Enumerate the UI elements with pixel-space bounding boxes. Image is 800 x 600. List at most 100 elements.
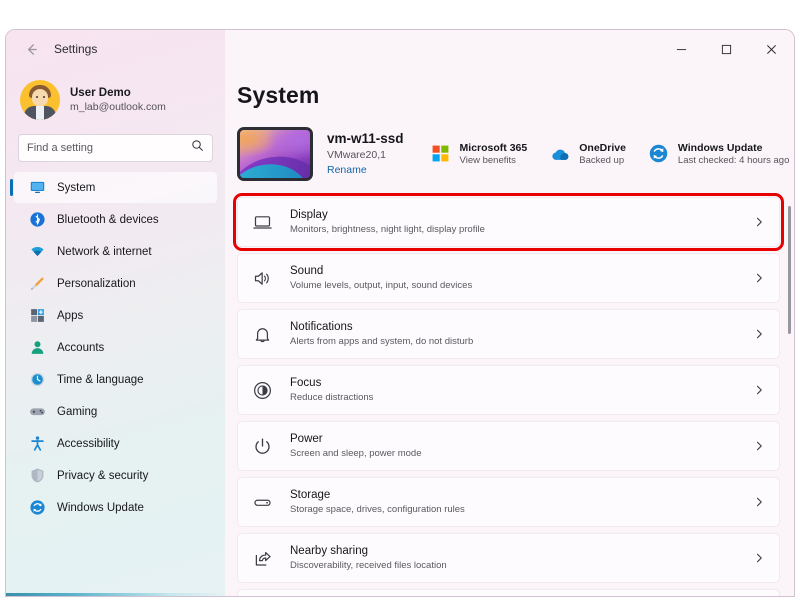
- title-bar: Settings: [6, 30, 794, 68]
- settings-row-title: Nearby sharing: [290, 544, 368, 557]
- device-header: vm-w11-ssd VMware20,1 Rename Microsoft 3…: [237, 123, 794, 185]
- status-card-subtitle: Last checked: 4 hours ago: [677, 154, 790, 166]
- chevron-right-icon: [753, 328, 765, 340]
- avatar: [20, 80, 60, 120]
- sidebar-item-label: Time & language: [57, 373, 144, 386]
- sidebar: User Demo m_lab@outlook.com System Blueto…: [6, 30, 225, 596]
- account-email: m_lab@outlook.com: [70, 100, 166, 113]
- settings-row-storage[interactable]: Storage Storage space, drives, configurat…: [237, 477, 780, 527]
- settings-row-title: Display: [290, 208, 328, 221]
- device-monitor-thumbnail-icon: [237, 127, 313, 181]
- sidebar-item-label: Apps: [57, 309, 84, 322]
- back-button[interactable]: [14, 34, 48, 64]
- settings-row-focus[interactable]: Focus Reduce distractions: [237, 365, 780, 415]
- update-sync-icon: [648, 143, 670, 165]
- bluetooth-icon: [28, 211, 46, 229]
- settings-row-multitasking[interactable]: Multitasking: [237, 589, 780, 596]
- sidebar-item-apps[interactable]: Apps: [14, 300, 217, 331]
- sidebar-item-system[interactable]: System: [10, 172, 217, 203]
- onedrive-cloud-icon: [549, 143, 571, 165]
- sidebar-item-label: Privacy & security: [57, 469, 149, 482]
- accessibility-icon: [28, 435, 46, 453]
- sidebar-item-bluetooth-devices[interactable]: Bluetooth & devices: [14, 204, 217, 235]
- chevron-right-icon: [753, 216, 765, 228]
- status-card-subtitle: Backed up: [579, 154, 625, 166]
- status-card-title: Windows Update: [677, 141, 763, 154]
- account-block[interactable]: User Demo m_lab@outlook.com: [6, 68, 225, 124]
- sidebar-item-windows-update[interactable]: Windows Update: [14, 492, 217, 523]
- settings-row-title: Focus: [290, 376, 322, 389]
- sidebar-item-network-internet[interactable]: Network & internet: [14, 236, 217, 267]
- settings-row-subtitle: Volume levels, output, input, sound devi…: [290, 279, 473, 291]
- sidebar-nav: System Bluetooth & devices Network & inter…: [6, 172, 225, 523]
- share-icon: [250, 546, 274, 570]
- settings-row-sound[interactable]: Sound Volume levels, output, input, sound…: [237, 253, 780, 303]
- settings-row-title: Power: [290, 432, 323, 445]
- status-card-windows-update[interactable]: Windows Update Last checked: 4 hours ago: [648, 141, 789, 168]
- sidebar-item-privacy-security[interactable]: Privacy & security: [14, 460, 217, 491]
- monitor-icon: [28, 179, 46, 197]
- laptop-display-icon: [250, 210, 274, 234]
- settings-row-power[interactable]: Power Screen and sleep, power mode: [237, 421, 780, 471]
- device-name: vm-w11-ssd: [327, 131, 404, 147]
- search-icon: [191, 139, 204, 157]
- chevron-right-icon: [753, 440, 765, 452]
- focus-icon: [250, 378, 274, 402]
- wifi-icon: [28, 243, 46, 261]
- status-card-microsoft-365[interactable]: Microsoft 365 View benefits: [430, 141, 528, 168]
- chevron-right-icon: [753, 384, 765, 396]
- maximize-button[interactable]: [704, 30, 749, 68]
- sidebar-item-personalization[interactable]: Personalization: [14, 268, 217, 299]
- bell-icon: [250, 322, 274, 346]
- update-icon: [28, 499, 46, 517]
- scrollbar-thumb[interactable]: [788, 206, 791, 334]
- window-controls: [659, 30, 794, 68]
- chevron-right-icon: [753, 552, 765, 564]
- sidebar-item-label: Accounts: [57, 341, 105, 354]
- settings-row-subtitle: Reduce distractions: [290, 391, 374, 403]
- clock-icon: [28, 371, 46, 389]
- search-input[interactable]: [27, 142, 191, 154]
- settings-list: Display Monitors, brightness, night light…: [233, 193, 784, 596]
- sidebar-item-gaming[interactable]: Gaming: [14, 396, 217, 427]
- settings-row-subtitle: Discoverability, received files location: [290, 559, 447, 571]
- status-card-title: OneDrive: [579, 141, 626, 154]
- sidebar-item-accessibility[interactable]: Accessibility: [14, 428, 217, 459]
- sidebar-item-label: Gaming: [57, 405, 98, 418]
- sidebar-item-accounts[interactable]: Accounts: [14, 332, 217, 363]
- status-card-subtitle: View benefits: [459, 154, 516, 166]
- sidebar-item-time-language[interactable]: Time & language: [14, 364, 217, 395]
- rename-link[interactable]: Rename: [327, 164, 404, 178]
- sidebar-item-label: Network & internet: [57, 245, 152, 258]
- sidebar-item-label: Accessibility: [57, 437, 120, 450]
- settings-row-subtitle: Storage space, drives, configuration rul…: [290, 503, 465, 515]
- gamepad-icon: [28, 403, 46, 421]
- status-card-title: Microsoft 365: [459, 141, 528, 154]
- settings-row-title: Notifications: [290, 320, 353, 333]
- minimize-button[interactable]: [659, 30, 704, 68]
- settings-row-notifications[interactable]: Notifications Alerts from apps and system…: [237, 309, 780, 359]
- account-name: User Demo: [70, 87, 131, 100]
- close-button[interactable]: [749, 30, 794, 68]
- status-cards: Microsoft 365 View benefits OneDrive Backed…: [430, 141, 789, 168]
- settings-row-subtitle: Alerts from apps and system, do not dist…: [290, 335, 474, 347]
- status-card-onedrive[interactable]: OneDrive Backed up: [549, 141, 626, 168]
- storage-drive-icon: [250, 490, 274, 514]
- sidebar-item-label: System: [57, 181, 96, 194]
- settings-row-subtitle: Screen and sleep, power mode: [290, 447, 422, 459]
- page-title: System: [237, 82, 320, 108]
- settings-row-display[interactable]: Display Monitors, brightness, night light…: [233, 193, 784, 251]
- shield-icon: [28, 467, 46, 485]
- apps-grid-icon: [28, 307, 46, 325]
- settings-row-title: Sound: [290, 264, 324, 277]
- settings-row-title: Storage: [290, 488, 331, 501]
- sidebar-item-label: Bluetooth & devices: [57, 213, 159, 226]
- chevron-right-icon: [753, 272, 765, 284]
- settings-row-nearby-sharing[interactable]: Nearby sharing Discoverability, received …: [237, 533, 780, 583]
- microsoft-logo-icon: [430, 143, 452, 165]
- search-box[interactable]: [18, 134, 213, 162]
- paintbrush-icon: [28, 275, 46, 293]
- window-title: Settings: [54, 42, 98, 56]
- settings-row-subtitle: Monitors, brightness, night light, displ…: [290, 223, 485, 235]
- speaker-icon: [250, 266, 274, 290]
